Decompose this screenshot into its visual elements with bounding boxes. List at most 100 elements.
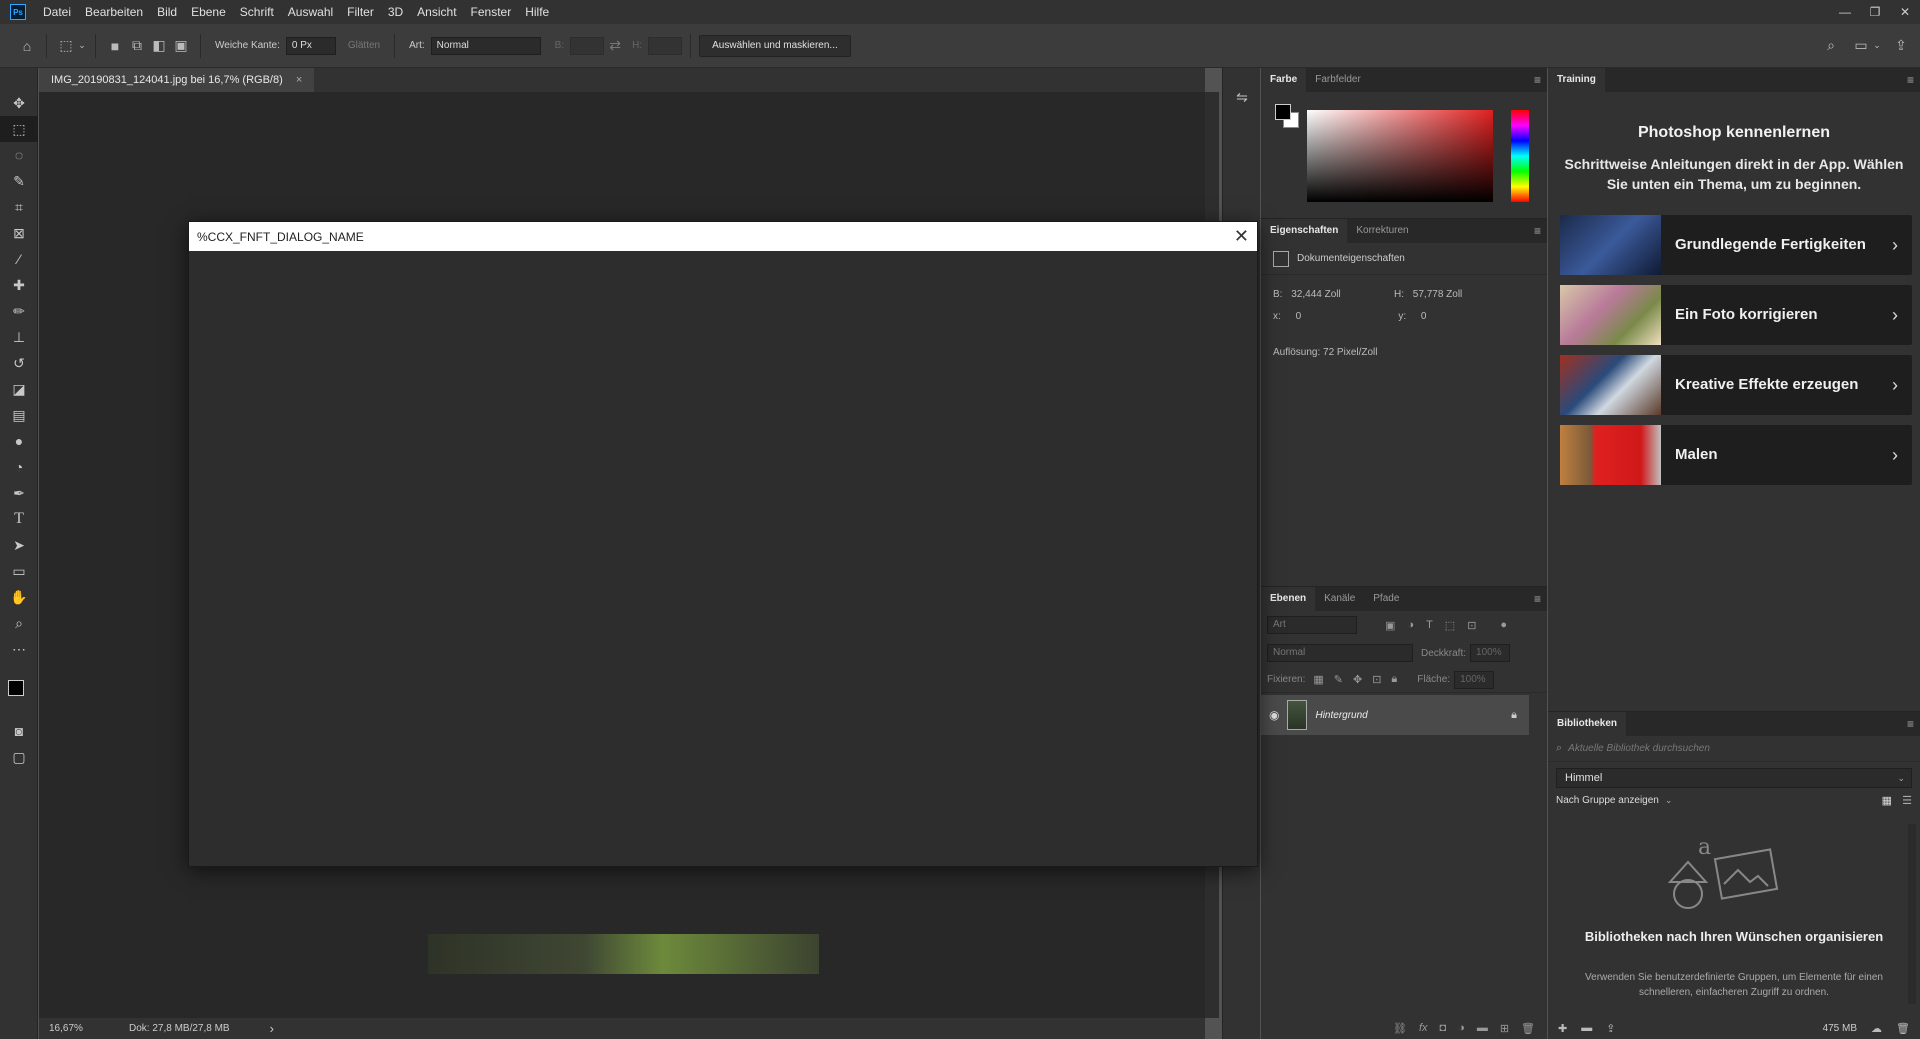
tab-eigenschaften[interactable]: Eigenschaften <box>1261 219 1348 243</box>
folder-icon[interactable]: ▬ <box>1581 1022 1592 1034</box>
tab-ebenen[interactable]: Ebenen <box>1261 587 1316 611</box>
zoom-level[interactable]: 16,67% <box>49 1023 109 1034</box>
menu-datei[interactable]: Datei <box>36 0 78 24</box>
tab-training[interactable]: Training <box>1548 68 1605 92</box>
hand-tool-icon[interactable]: ✋ <box>0 584 38 610</box>
menu-auswahl[interactable]: Auswahl <box>281 0 340 24</box>
menu-fenster[interactable]: Fenster <box>464 0 519 24</box>
lock-transparent-icon[interactable]: ▦ <box>1313 673 1323 686</box>
chevron-down-icon[interactable]: ⌄ <box>1872 35 1882 57</box>
dialog-close-button[interactable]: ✕ <box>1234 222 1249 251</box>
quick-mask-icon[interactable]: ◙ <box>0 718 38 744</box>
chevron-down-icon[interactable]: ⌄ <box>77 35 87 57</box>
tab-farbfelder[interactable]: Farbfelder <box>1306 68 1370 92</box>
brush-tool-icon[interactable]: ✏ <box>0 298 38 324</box>
filter-image-icon[interactable]: ▣ <box>1385 619 1395 632</box>
rectangle-tool-icon[interactable]: ▭ <box>0 558 38 584</box>
crop-tool-icon[interactable]: ⌗ <box>0 194 38 220</box>
lasso-tool-icon[interactable]: ◌ <box>0 142 38 168</box>
feather-input[interactable]: 0 Px <box>285 36 336 55</box>
y-value[interactable]: 0 <box>1421 311 1427 322</box>
visibility-eye-icon[interactable]: ◉ <box>1269 708 1279 722</box>
menu-bild[interactable]: Bild <box>150 0 184 24</box>
tab-pfade[interactable]: Pfade <box>1364 587 1408 611</box>
subtract-selection-icon[interactable]: ◧ <box>148 35 170 57</box>
filter-type-icon[interactable]: T <box>1426 619 1433 631</box>
screen-mode-icon[interactable]: ▢ <box>0 744 38 770</box>
restore-button[interactable]: ❐ <box>1860 0 1890 24</box>
menu-bearbeiten[interactable]: Bearbeiten <box>78 0 150 24</box>
height-input[interactable] <box>648 36 683 55</box>
close-window-button[interactable]: ✕ <box>1890 0 1920 24</box>
frame-tool-icon[interactable]: ⊠ <box>0 220 38 246</box>
menu-ebene[interactable]: Ebene <box>184 0 233 24</box>
width-value[interactable]: 32,444 Zoll <box>1291 289 1371 300</box>
intersect-selection-icon[interactable]: ▣ <box>170 35 192 57</box>
list-view-icon[interactable]: ☰ <box>1902 794 1912 807</box>
pen-tool-icon[interactable]: ✒ <box>0 480 38 506</box>
tab-kanaele[interactable]: Kanäle <box>1315 587 1364 611</box>
delete-icon[interactable]: 🗑︎ <box>1896 1022 1910 1035</box>
training-card-creative-effects[interactable]: Kreative Effekte erzeugen › <box>1560 355 1912 415</box>
eyedropper-tool-icon[interactable]: ⁄ <box>0 246 38 272</box>
new-adjustment-icon[interactable]: ◑ <box>1458 1022 1465 1034</box>
library-search-input[interactable]: Aktuelle Bibliothek durchsuchen <box>1568 743 1710 754</box>
new-selection-icon[interactable]: ■ <box>104 35 126 57</box>
tab-korrekturen[interactable]: Korrekturen <box>1347 219 1417 243</box>
panel-menu-icon[interactable]: ≡ <box>1534 68 1541 92</box>
panel-menu-icon[interactable]: ≡ <box>1534 587 1541 611</box>
share-icon[interactable]: ⇪ <box>1890 35 1912 57</box>
height-value[interactable]: 57,778 Zoll <box>1413 289 1462 300</box>
swap-icon[interactable]: ⇄ <box>604 35 626 57</box>
library-select[interactable]: Himmel ⌄ <box>1556 768 1912 788</box>
document-tab[interactable]: IMG_20190831_124041.jpg bei 16,7% (RGB/8… <box>39 68 315 92</box>
fill-input[interactable]: 100% <box>1454 670 1495 689</box>
upload-icon[interactable]: ⇪ <box>1606 1022 1615 1035</box>
x-value[interactable]: 0 <box>1296 311 1376 322</box>
training-card-basics[interactable]: Grundlegende Fertigkeiten › <box>1560 215 1912 275</box>
marquee-preset-icon[interactable]: ⬚ <box>55 35 77 57</box>
blur-tool-icon[interactable]: ● <box>0 428 38 454</box>
new-layer-icon[interactable]: ⊞ <box>1500 1022 1509 1035</box>
add-element-icon[interactable]: ✚ <box>1558 1022 1567 1035</box>
menu-3d[interactable]: 3D <box>381 0 410 24</box>
library-scrollbar[interactable] <box>1908 824 1916 1004</box>
layer-row[interactable]: ◉ Hintergrund 🔒︎ <box>1261 695 1529 735</box>
link-layers-icon[interactable]: ⛓︎ <box>1393 1022 1407 1035</box>
opacity-input[interactable]: 100% <box>1470 644 1511 662</box>
menu-schrift[interactable]: Schrift <box>233 0 281 24</box>
move-tool-icon[interactable]: ✥ <box>0 90 38 116</box>
filter-shape-icon[interactable]: ⬚ <box>1445 619 1455 632</box>
lock-all-icon[interactable]: 🔒︎ <box>1391 673 1397 686</box>
home-icon[interactable]: ⌂ <box>16 35 38 57</box>
lock-paint-icon[interactable]: ✎ <box>1334 673 1343 686</box>
gradient-tool-icon[interactable]: ▤ <box>0 402 38 428</box>
eraser-tool-icon[interactable]: ◪ <box>0 376 38 402</box>
blend-mode-select[interactable]: Normal <box>1267 644 1413 662</box>
select-and-mask-button[interactable]: Auswählen und maskieren... <box>699 34 851 57</box>
menu-filter[interactable]: Filter <box>340 0 381 24</box>
type-tool-icon[interactable]: T <box>0 506 38 532</box>
lock-artboard-icon[interactable]: ⊡ <box>1372 673 1381 686</box>
hue-slider[interactable] <box>1511 110 1529 202</box>
path-selection-tool-icon[interactable]: ➤ <box>0 532 38 558</box>
fx-icon[interactable]: fx <box>1419 1022 1428 1034</box>
layer-filter-select[interactable]: Art <box>1267 616 1357 634</box>
width-input[interactable] <box>570 36 605 55</box>
training-card-painting[interactable]: Malen › <box>1560 425 1912 485</box>
history-brush-tool-icon[interactable]: ↺ <box>0 350 38 376</box>
close-tab-icon[interactable]: × <box>296 74 302 86</box>
minimize-button[interactable]: — <box>1830 0 1860 24</box>
filter-toggle-icon[interactable]: ● <box>1500 619 1507 631</box>
workspace-icon[interactable]: ▭ <box>1850 35 1872 57</box>
style-select[interactable]: Normal <box>430 36 541 55</box>
lock-position-icon[interactable]: ✥ <box>1353 673 1362 686</box>
delete-layer-icon[interactable]: 🗑︎ <box>1521 1022 1535 1035</box>
filter-adjustment-icon[interactable]: ◑ <box>1407 619 1414 631</box>
training-card-fix-photo[interactable]: Ein Foto korrigieren › <box>1560 285 1912 345</box>
dodge-tool-icon[interactable]: ◔ <box>0 454 38 480</box>
filter-smartobject-icon[interactable]: ⊡ <box>1467 619 1476 632</box>
menu-hilfe[interactable]: Hilfe <box>518 0 556 24</box>
history-panel-icon[interactable]: ⇋ <box>1223 84 1261 110</box>
zoom-tool-icon[interactable]: ⌕ <box>0 610 38 636</box>
